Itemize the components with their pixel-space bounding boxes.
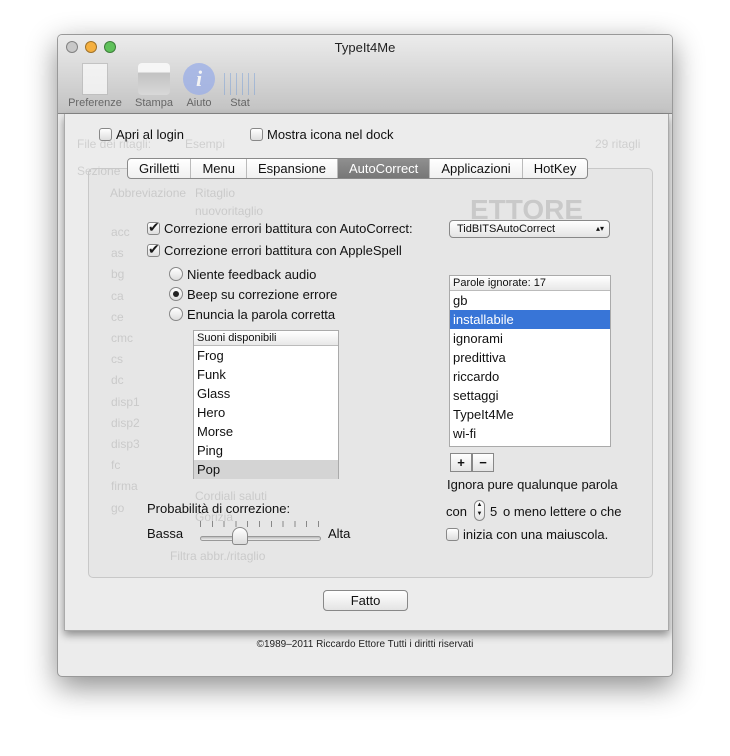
list-item[interactable]: Frog	[194, 346, 338, 365]
toolbar-stat[interactable]: Stat	[210, 63, 270, 109]
sounds-list[interactable]: Suoni disponibili Frog Funk Glass Hero M…	[193, 330, 339, 479]
capital-checkbox[interactable]: inizia con una maiuscola.	[446, 527, 608, 542]
list-item[interactable]: TypeIt4Me	[450, 405, 610, 424]
list-item[interactable]: Morse	[194, 422, 338, 441]
bg-count: 29 ritagli	[595, 137, 640, 151]
tab-espansione[interactable]: Espansione	[246, 159, 337, 178]
switch-icon	[82, 63, 108, 95]
done-button[interactable]: Fatto	[323, 590, 408, 611]
tab-autocorrect[interactable]: AutoCorrect	[337, 159, 429, 178]
applespell-checkbox[interactable]: Correzione errori battitura con AppleSpe…	[147, 243, 402, 258]
ignore-con: con	[446, 504, 467, 519]
show-dock-icon-checkbox[interactable]: Mostra icona nel dock	[250, 127, 393, 142]
bg-file-value: Esempi	[185, 137, 225, 151]
tab-hotkey[interactable]: HotKey	[522, 159, 588, 178]
add-word-button[interactable]: +	[450, 453, 472, 472]
ignored-header: Parole ignorate: 17	[450, 276, 610, 291]
list-item[interactable]: settaggi	[450, 386, 610, 405]
list-item[interactable]: Glass	[194, 384, 338, 403]
autocorrect-dictionary-popup[interactable]: TidBITSAutoCorrect▴▾	[449, 220, 610, 238]
slider-ticks	[200, 521, 320, 527]
autocorrect-checkbox[interactable]: Correzione errori battitura con AutoCorr…	[147, 221, 413, 236]
window-title: TypeIt4Me	[58, 40, 672, 55]
toolbar-preferenze[interactable]: Preferenze	[65, 63, 125, 109]
tab-grilletti[interactable]: Grilletti	[128, 159, 190, 178]
copyright: ©1989–2011 Riccardo Ettore Tutti i dirit…	[58, 639, 672, 650]
tab-bar: Grilletti Menu Espansione AutoCorrect Ap…	[127, 158, 588, 179]
probability-label: Probabilità di correzione:	[147, 501, 290, 516]
bar-chart-icon	[224, 73, 256, 95]
list-item[interactable]: predittiva	[450, 348, 610, 367]
ignore-text-2: o meno lettere o che	[503, 504, 622, 519]
list-item[interactable]: gb	[450, 291, 610, 310]
sounds-header: Suoni disponibili	[194, 331, 338, 346]
probability-low: Bassa	[147, 526, 183, 541]
list-item[interactable]: riccardo	[450, 367, 610, 386]
list-item[interactable]: ignorami	[450, 329, 610, 348]
list-item[interactable]: Funk	[194, 365, 338, 384]
radio-no-audio[interactable]: Niente feedback audio	[169, 267, 316, 282]
list-item[interactable]: Pop	[194, 460, 338, 479]
list-item[interactable]: Hero	[194, 403, 338, 422]
list-item[interactable]: installabile	[450, 310, 610, 329]
probability-high: Alta	[328, 526, 350, 541]
list-item[interactable]: Ping	[194, 441, 338, 460]
printer-icon	[138, 63, 170, 95]
list-item[interactable]: wi-fi	[450, 424, 610, 443]
ignored-words-list[interactable]: Parole ignorate: 17 gb installabile igno…	[449, 275, 611, 447]
slider-thumb[interactable]	[232, 527, 248, 545]
radio-beep[interactable]: Beep su correzione errore	[169, 287, 337, 302]
probability-slider[interactable]	[200, 536, 321, 541]
open-at-login-checkbox[interactable]: Apri al login	[99, 127, 184, 142]
tab-menu[interactable]: Menu	[190, 159, 246, 178]
title-bar: TypeIt4Me Preferenze Stampa iAiuto Stat	[58, 35, 672, 114]
updown-chevron-icon: ▴▾	[596, 221, 604, 237]
ignore-length-value[interactable]: 5	[490, 504, 497, 519]
radio-speak[interactable]: Enuncia la parola corretta	[169, 307, 335, 322]
remove-word-button[interactable]: −	[472, 453, 494, 472]
tab-applicazioni[interactable]: Applicazioni	[429, 159, 521, 178]
ignore-text-1: Ignora pure qualunque parola	[447, 477, 618, 492]
length-stepper[interactable]: ▲▼	[474, 500, 485, 521]
